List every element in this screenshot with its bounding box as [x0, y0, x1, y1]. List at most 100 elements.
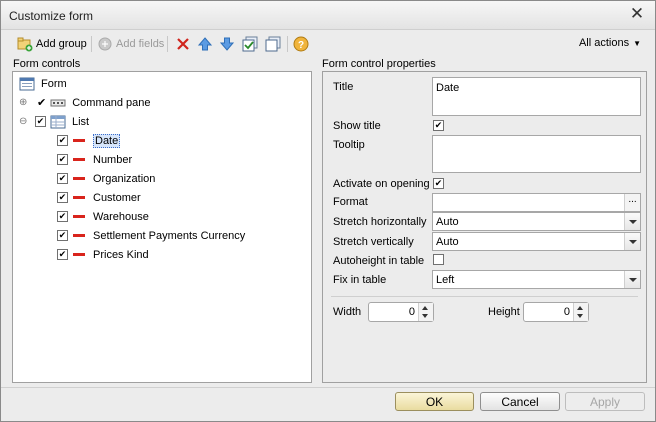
field-icon	[73, 253, 85, 256]
stretch-vertically-select[interactable]: Auto	[432, 232, 641, 251]
tree-item-list[interactable]: ⊖ ✔ List	[19, 112, 89, 131]
add-fields-label: Add fields	[116, 38, 165, 50]
all-actions-label: All actions	[578, 37, 630, 49]
list-checkbox[interactable]: ✔	[35, 116, 46, 127]
toolbar-separator	[91, 36, 92, 52]
tree-item-prices-kind[interactable]: ✔ Prices Kind	[57, 245, 149, 264]
item-checkbox[interactable]: ✔	[57, 192, 68, 203]
check-mark-icon: ✔	[37, 97, 47, 109]
title-label: Title	[333, 81, 354, 93]
height-value: 0	[563, 306, 570, 318]
item-checkbox[interactable]: ✔	[57, 135, 68, 146]
activate-on-opening-label: Activate on opening	[333, 178, 430, 190]
autoheight-checkbox[interactable]	[433, 254, 444, 265]
uncheck-all-icon	[265, 36, 281, 52]
field-icon	[73, 215, 85, 218]
tree-item-warehouse[interactable]: ✔ Warehouse	[57, 207, 149, 226]
add-fields-button[interactable]: Add fields	[97, 34, 164, 54]
arrow-down-icon	[219, 36, 235, 52]
item-checkbox[interactable]: ✔	[57, 249, 68, 260]
tree-item-date[interactable]: ✔ Date	[57, 131, 121, 150]
fix-in-table-label: Fix in table	[333, 274, 387, 286]
ok-button[interactable]: OK	[395, 392, 474, 411]
command-pane-icon	[50, 95, 66, 111]
arrow-up-icon	[197, 36, 213, 52]
svg-text:?: ?	[298, 40, 304, 51]
check-all-button[interactable]	[242, 34, 258, 54]
field-icon	[73, 158, 85, 161]
chevron-down-icon[interactable]	[624, 233, 640, 250]
properties-divider	[331, 296, 638, 297]
tooltip-input[interactable]	[432, 135, 641, 173]
width-label: Width	[333, 306, 362, 318]
toolbar-separator	[167, 36, 168, 52]
tree-item-form[interactable]: Form	[19, 74, 67, 93]
help-button[interactable]: ?	[293, 34, 309, 54]
add-group-button[interactable]: Add group	[17, 34, 87, 54]
chevron-down-icon[interactable]	[624, 213, 640, 230]
delete-button[interactable]	[175, 34, 191, 54]
form-controls-tree: Form ⊕ ✔ Command pane ⊖ ✔ List ✔ Date ✔	[12, 71, 312, 383]
help-icon: ?	[293, 36, 309, 52]
title-bar: Customize form ✕	[1, 1, 655, 30]
format-select-button[interactable]: ...	[624, 194, 640, 211]
form-control-properties-label: Form control properties	[322, 58, 436, 70]
tree-item-label: Settlement Payments Currency	[93, 229, 246, 242]
tree-item-label: Organization	[93, 172, 156, 185]
fix-in-table-value: Left	[436, 274, 455, 286]
footer-divider	[1, 387, 655, 388]
all-actions-menu[interactable]: All actions ▼	[579, 37, 641, 49]
tree-item-label: Command pane	[72, 96, 151, 109]
cancel-button[interactable]: Cancel	[480, 392, 560, 411]
fix-in-table-select[interactable]: Left	[432, 270, 641, 289]
show-title-label: Show title	[333, 120, 381, 132]
item-checkbox[interactable]: ✔	[57, 173, 68, 184]
move-down-button[interactable]	[219, 34, 235, 54]
expand-icon[interactable]: ⊕	[19, 97, 29, 108]
form-controls-label: Form controls	[13, 58, 81, 70]
tree-item-label: List	[72, 115, 90, 128]
add-group-label: Add group	[36, 38, 87, 50]
move-up-button[interactable]	[197, 34, 213, 54]
show-title-checkbox[interactable]: ✔	[433, 120, 444, 131]
format-input[interactable]: ...	[432, 193, 641, 212]
title-input[interactable]: Date	[432, 77, 641, 116]
stretch-vertically-value: Auto	[436, 236, 459, 248]
chevron-down-icon: ▼	[633, 38, 641, 48]
tree-item-label: Number	[93, 153, 133, 166]
tree-item-organization[interactable]: ✔ Organization	[57, 169, 155, 188]
apply-button[interactable]: Apply	[565, 392, 645, 411]
height-stepper[interactable]: 0	[523, 302, 589, 322]
field-icon	[73, 139, 85, 142]
toolbar: Add group Add fields ? All actions ▼	[1, 31, 655, 57]
stretch-horizontally-select[interactable]: Auto	[432, 212, 641, 231]
tree-item-customer[interactable]: ✔ Customer	[57, 188, 141, 207]
stepper-arrows-icon[interactable]	[418, 303, 433, 321]
window-title: Customize form	[9, 9, 94, 23]
tooltip-label: Tooltip	[333, 139, 365, 151]
add-fields-icon	[97, 36, 113, 52]
tree-item-command-pane[interactable]: ⊕ ✔ Command pane	[19, 93, 151, 112]
table-icon	[50, 114, 66, 130]
stretch-horizontally-value: Auto	[436, 216, 459, 228]
add-group-icon	[17, 36, 33, 52]
tree-item-number[interactable]: ✔ Number	[57, 150, 132, 169]
item-checkbox[interactable]: ✔	[57, 230, 68, 241]
close-icon[interactable]: ✕	[629, 5, 645, 22]
chevron-down-icon[interactable]	[624, 271, 640, 288]
stepper-arrows-icon[interactable]	[573, 303, 588, 321]
uncheck-all-button[interactable]	[265, 34, 281, 54]
format-label: Format	[333, 196, 368, 208]
width-stepper[interactable]: 0	[368, 302, 434, 322]
tree-item-settlement-payments-currency[interactable]: ✔ Settlement Payments Currency	[57, 226, 245, 245]
tree-item-label: Warehouse	[93, 210, 149, 223]
toolbar-separator	[287, 36, 288, 52]
tree-item-label: Prices Kind	[93, 248, 149, 261]
collapse-icon[interactable]: ⊖	[19, 116, 29, 127]
item-checkbox[interactable]: ✔	[57, 154, 68, 165]
activate-on-opening-checkbox[interactable]: ✔	[433, 178, 444, 189]
field-icon	[73, 234, 85, 237]
title-input-value: Date	[436, 82, 460, 94]
height-label: Height	[488, 306, 520, 318]
item-checkbox[interactable]: ✔	[57, 211, 68, 222]
